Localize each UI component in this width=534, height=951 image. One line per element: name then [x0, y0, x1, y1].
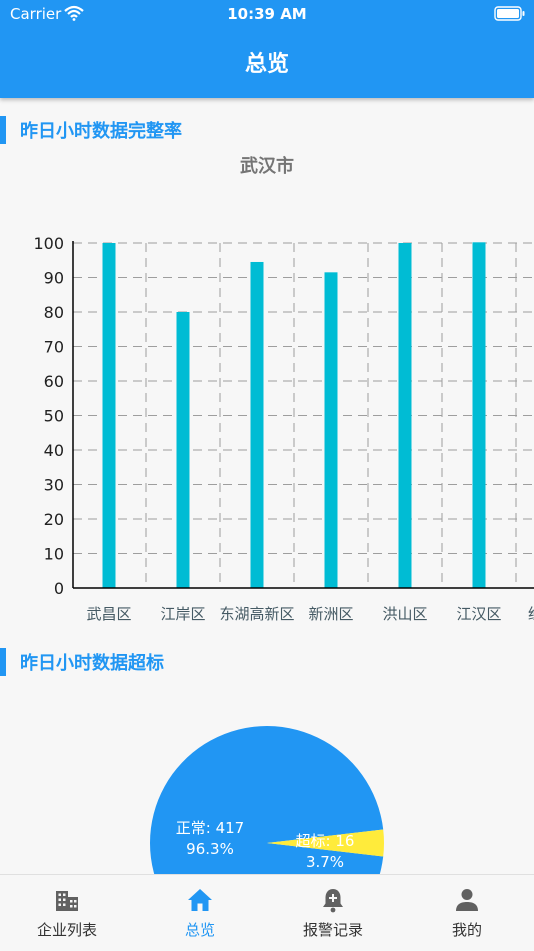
bar-洪山区: [398, 243, 412, 588]
y-tick-label: 50: [44, 407, 64, 426]
bottom-tab-bar: 企业列表 总览 报警记录 我的: [0, 874, 534, 951]
battery-icon: [494, 6, 525, 21]
y-tick-label: 40: [44, 441, 64, 460]
app-header: Carrier 10:39 AM 总览: [0, 0, 534, 98]
tab-label: 我的: [451, 921, 482, 939]
status-bar: Carrier 10:39 AM: [0, 0, 534, 28]
exceed-pie-chart: 正常: 417 96.3% 超标: 16 3.7%: [150, 726, 385, 874]
status-time: 10:39 AM: [227, 5, 307, 23]
tab-label: 企业列表: [36, 921, 97, 939]
bar-武昌区: [102, 243, 116, 588]
completeness-bar-chart: 武汉市 0 10 20 30 40 50 60 70 80 90 100 武昌区 江岸区 东湖高新区 新洲区 洪…: [33, 155, 534, 623]
x-tick-label: 洪山区: [382, 605, 427, 623]
y-tick-label: 20: [44, 510, 64, 529]
y-tick-label: 80: [44, 303, 64, 322]
x-tick-label: 江汉区: [456, 605, 501, 623]
pie-percent-normal: 96.3%: [186, 840, 234, 858]
completeness-section-title: 昨日小时数据完整率: [20, 121, 182, 142]
bar-江汉区: [472, 242, 486, 588]
chart-title: 武汉市: [240, 155, 294, 177]
y-tick-label: 30: [44, 476, 64, 495]
y-tick-label: 0: [54, 579, 64, 598]
bell-plus-icon: [323, 889, 343, 913]
exceed-section-title: 昨日小时数据超标: [20, 653, 164, 674]
section-accent-bar: [0, 648, 6, 676]
x-tick-label: 武昌区: [86, 605, 131, 623]
page-title: 总览: [244, 52, 289, 77]
bar-东湖高新区: [250, 261, 264, 588]
tab-company-list[interactable]: 企业列表: [0, 875, 134, 951]
pie-percent-exceed: 3.7%: [306, 853, 344, 871]
tab-alarm-records[interactable]: 报警记录: [266, 875, 400, 951]
x-tick-label: 新洲区: [308, 605, 353, 623]
building-icon: [56, 891, 78, 911]
tab-label: 报警记录: [302, 921, 363, 939]
bar-江岸区: [176, 312, 190, 588]
y-tick-label: 60: [44, 372, 64, 391]
x-tick-label: 东湖高新区: [219, 605, 294, 623]
pie-label-normal: 正常: 417: [176, 819, 244, 837]
x-tick-label: 江岸区: [160, 605, 205, 623]
tab-mine[interactable]: 我的: [400, 875, 534, 951]
y-tick-label: 70: [44, 338, 64, 357]
tab-label: 总览: [184, 921, 215, 939]
y-tick-label: 10: [44, 545, 64, 564]
bar-新洲区: [324, 272, 338, 588]
home-icon: [188, 889, 212, 911]
y-tick-label: 90: [44, 269, 64, 288]
section-accent-bar: [0, 116, 6, 144]
y-tick-label: 100: [33, 234, 64, 253]
tab-overview[interactable]: 总览: [133, 875, 267, 951]
person-icon: [456, 889, 478, 911]
x-tick-label: 经济: [528, 605, 534, 623]
pie-label-exceed: 超标: 16: [296, 832, 355, 850]
